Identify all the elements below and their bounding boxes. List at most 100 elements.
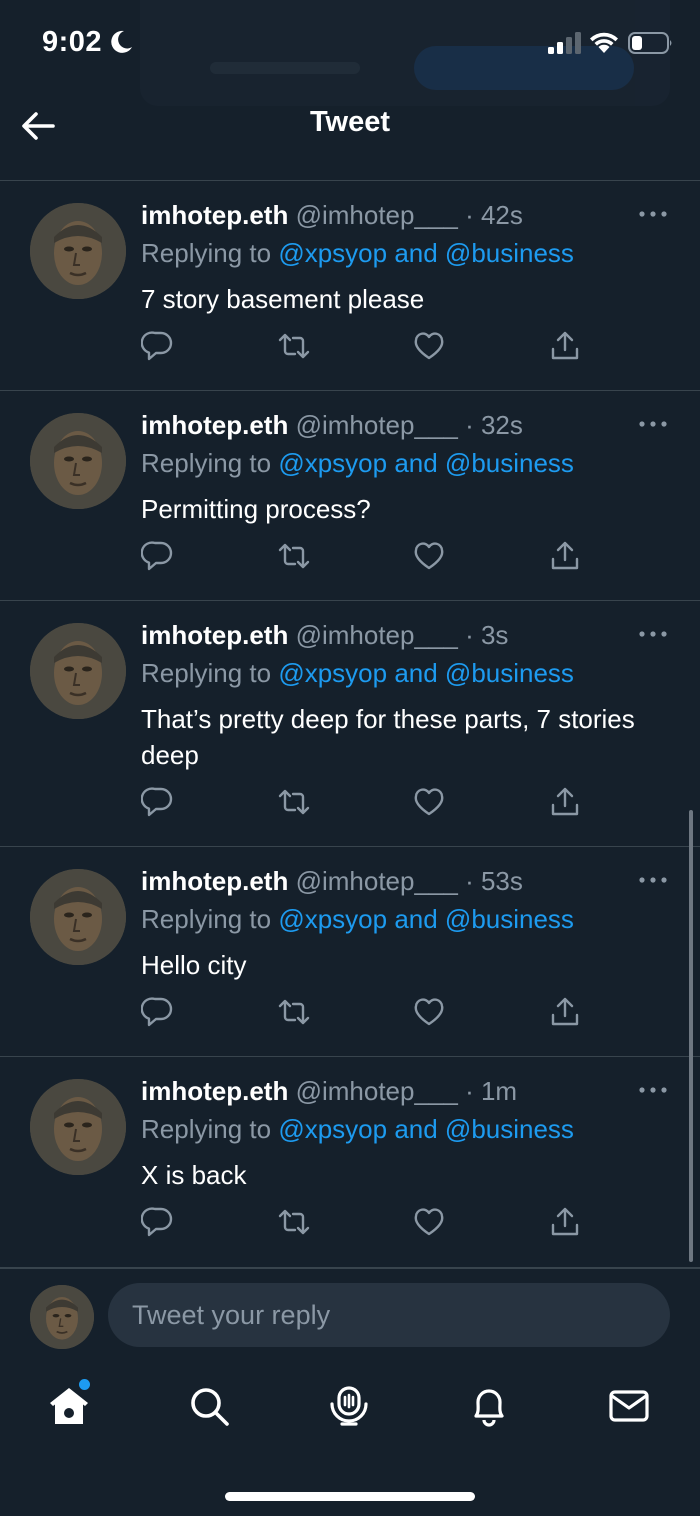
tweet-time[interactable]: · 32s bbox=[465, 410, 523, 440]
banner-placeholder-line bbox=[210, 62, 360, 74]
replying-prefix: Replying to bbox=[141, 658, 279, 688]
like-icon[interactable] bbox=[412, 539, 446, 573]
like-icon[interactable] bbox=[412, 329, 446, 363]
author-name[interactable]: imhotep.eth bbox=[141, 620, 288, 650]
tweet-body: imhotep.eth @imhotep___ · 53s Replying t… bbox=[141, 865, 660, 983]
author-name[interactable]: imhotep.eth bbox=[141, 200, 288, 230]
messages-icon[interactable] bbox=[607, 1384, 651, 1428]
tweet[interactable]: imhotep.eth @imhotep___ · 42s Replying t… bbox=[0, 181, 700, 391]
share-icon[interactable] bbox=[548, 539, 582, 573]
share-icon[interactable] bbox=[548, 995, 582, 1029]
author-handle[interactable]: @imhotep___ bbox=[296, 866, 458, 896]
home-indicator[interactable] bbox=[225, 1492, 475, 1501]
reply-icon[interactable] bbox=[141, 785, 175, 819]
avatar[interactable] bbox=[30, 203, 126, 299]
mention-link[interactable]: @business bbox=[445, 658, 574, 688]
reply-input[interactable] bbox=[108, 1283, 670, 1347]
more-options-icon[interactable] bbox=[638, 629, 668, 639]
avatar-image bbox=[30, 413, 126, 509]
tweet-time[interactable]: · 42s bbox=[465, 200, 523, 230]
tweet[interactable]: imhotep.eth @imhotep___ · 1m Replying to… bbox=[0, 1057, 700, 1268]
more-options-icon[interactable] bbox=[638, 419, 668, 429]
spaces-icon[interactable] bbox=[327, 1384, 371, 1428]
share-icon[interactable] bbox=[548, 785, 582, 819]
reply-icon[interactable] bbox=[141, 1205, 175, 1239]
like-icon[interactable] bbox=[412, 1205, 446, 1239]
author-handle[interactable]: @imhotep___ bbox=[296, 200, 458, 230]
avatar-image bbox=[30, 869, 126, 965]
tweet-meta: imhotep.eth @imhotep___ · 32s bbox=[141, 409, 660, 441]
tweet-time[interactable]: · 1m bbox=[465, 1076, 517, 1106]
notifications-icon[interactable] bbox=[467, 1384, 511, 1428]
retweet-icon[interactable] bbox=[277, 1205, 311, 1239]
battery-icon bbox=[628, 32, 672, 54]
replying-to: Replying to @xpsyop and @business bbox=[141, 1113, 660, 1145]
avatar[interactable] bbox=[30, 623, 126, 719]
author-name[interactable]: imhotep.eth bbox=[141, 410, 288, 440]
tweet-actions bbox=[141, 785, 591, 819]
tweet-actions bbox=[141, 329, 591, 363]
avatar[interactable] bbox=[30, 869, 126, 965]
mention-and: and bbox=[387, 448, 445, 478]
scrollbar[interactable] bbox=[689, 810, 693, 1262]
mention-link[interactable]: @business bbox=[445, 904, 574, 934]
mention-link[interactable]: @business bbox=[445, 238, 574, 268]
home-notification-dot bbox=[79, 1379, 90, 1390]
reply-icon[interactable] bbox=[141, 329, 175, 363]
tweet-time[interactable]: · 53s bbox=[465, 866, 523, 896]
tweet-meta: imhotep.eth @imhotep___ · 53s bbox=[141, 865, 660, 897]
avatar[interactable] bbox=[30, 1079, 126, 1175]
tweet-body: imhotep.eth @imhotep___ · 42s Replying t… bbox=[141, 199, 660, 317]
more-options-icon[interactable] bbox=[638, 1085, 668, 1095]
mention-link[interactable]: @xpsyop bbox=[278, 658, 387, 688]
author-name[interactable]: imhotep.eth bbox=[141, 866, 288, 896]
tweet[interactable]: imhotep.eth @imhotep___ · 3s Replying to… bbox=[0, 601, 700, 847]
retweet-icon[interactable] bbox=[277, 785, 311, 819]
more-options-icon[interactable] bbox=[638, 209, 668, 219]
replying-to: Replying to @xpsyop and @business bbox=[141, 903, 660, 935]
avatar[interactable] bbox=[30, 413, 126, 509]
more-options-icon[interactable] bbox=[638, 875, 668, 885]
like-icon[interactable] bbox=[412, 995, 446, 1029]
tweet[interactable]: imhotep.eth @imhotep___ · 32s Replying t… bbox=[0, 391, 700, 601]
like-icon[interactable] bbox=[412, 785, 446, 819]
author-handle[interactable]: @imhotep___ bbox=[296, 620, 458, 650]
mention-and: and bbox=[387, 1114, 445, 1144]
avatar-image bbox=[30, 1079, 126, 1175]
moon-icon bbox=[111, 30, 132, 53]
retweet-icon[interactable] bbox=[277, 995, 311, 1029]
status-bar: 9:02 bbox=[0, 0, 700, 106]
mention-link[interactable]: @business bbox=[445, 448, 574, 478]
share-icon[interactable] bbox=[548, 329, 582, 363]
reply-icon[interactable] bbox=[141, 539, 175, 573]
share-icon[interactable] bbox=[548, 1205, 582, 1239]
retweet-icon[interactable] bbox=[277, 329, 311, 363]
mention-link[interactable]: @xpsyop bbox=[278, 904, 387, 934]
retweet-icon[interactable] bbox=[277, 539, 311, 573]
mention-link[interactable]: @xpsyop bbox=[278, 1114, 387, 1144]
avatar-image bbox=[30, 203, 126, 299]
mention-and: and bbox=[387, 238, 445, 268]
mention-link[interactable]: @xpsyop bbox=[278, 238, 387, 268]
replying-prefix: Replying to bbox=[141, 1114, 279, 1144]
replying-to: Replying to @xpsyop and @business bbox=[141, 657, 660, 689]
replying-prefix: Replying to bbox=[141, 448, 279, 478]
tweet-meta: imhotep.eth @imhotep___ · 42s bbox=[141, 199, 660, 231]
home-icon[interactable] bbox=[47, 1384, 91, 1428]
tweet-time[interactable]: · 3s bbox=[465, 620, 508, 650]
author-handle[interactable]: @imhotep___ bbox=[296, 1076, 458, 1106]
avatar-image bbox=[30, 623, 126, 719]
tweet-meta: imhotep.eth @imhotep___ · 1m bbox=[141, 1075, 660, 1107]
mention-link[interactable]: @xpsyop bbox=[278, 448, 387, 478]
cellular-signal-icon bbox=[548, 32, 581, 54]
tweet[interactable]: imhotep.eth @imhotep___ · 53s Replying t… bbox=[0, 847, 700, 1057]
author-handle[interactable]: @imhotep___ bbox=[296, 410, 458, 440]
search-icon[interactable] bbox=[187, 1384, 231, 1428]
mention-and: and bbox=[387, 904, 445, 934]
mention-link[interactable]: @business bbox=[445, 1114, 574, 1144]
avatar[interactable] bbox=[30, 1285, 94, 1349]
tweet-actions bbox=[141, 1205, 591, 1239]
author-name[interactable]: imhotep.eth bbox=[141, 1076, 288, 1106]
reply-icon[interactable] bbox=[141, 995, 175, 1029]
tweet-text: That’s pretty deep for these parts, 7 st… bbox=[141, 704, 635, 770]
